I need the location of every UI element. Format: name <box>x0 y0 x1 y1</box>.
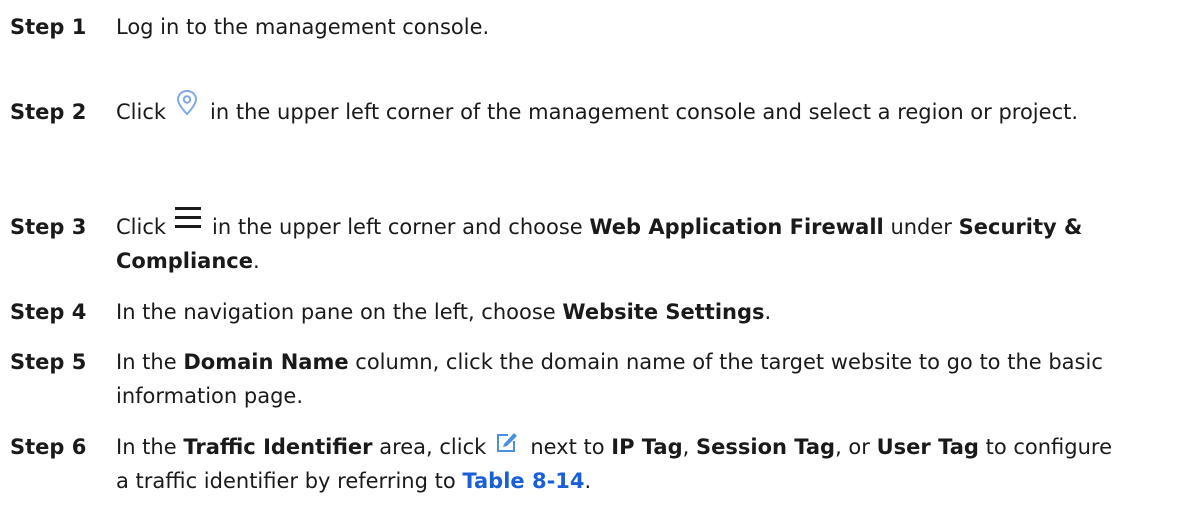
step-6: Step 6 In the Traffic Identifier area, c… <box>10 430 1116 498</box>
step-1-text: Log in to the management console. <box>116 15 490 39</box>
step-6-end: . <box>584 469 592 493</box>
step-text: Click in the upper left corner of the man… <box>116 89 1116 129</box>
step-6-bold-user: User Tag <box>876 435 979 459</box>
step-6-bold-session: Session Tag <box>696 435 836 459</box>
step-label: Step 5 <box>10 350 87 374</box>
step-5: Step 5 In the Domain Name column, click … <box>10 345 1116 413</box>
table-link[interactable]: Table 8-14 <box>462 469 584 493</box>
step-2: Step 2 Click in the upper left corner of … <box>10 89 1116 129</box>
menu-icon <box>174 205 202 231</box>
step-text: In the Traffic Identifier area, click nex… <box>116 430 1116 498</box>
step-6-bold-ip: IP Tag <box>611 435 683 459</box>
step-text: Click in the upper left corner and choose… <box>116 207 1116 278</box>
step-6-after: area, click <box>379 435 487 459</box>
step-4: Step 4 In the navigation pane on the lef… <box>10 295 1116 329</box>
step-6-bold-traffic: Traffic Identifier <box>183 435 373 459</box>
step-3-after: in the upper left corner and choose <box>212 215 583 239</box>
step-3-bold-waf: Web Application Firewall <box>589 215 884 239</box>
step-3-mid: under <box>890 215 952 239</box>
step-text: In the Domain Name column, click the dom… <box>116 345 1116 413</box>
step-3: Step 3 Click in the upper left corner and… <box>10 207 1116 278</box>
step-2-click: Click <box>116 100 167 124</box>
step-6-comma: , <box>682 435 690 459</box>
step-label: Step 2 <box>10 100 87 124</box>
step-6-text: In the <box>116 435 177 459</box>
step-5-bold: Domain Name <box>183 350 349 374</box>
step-4-bold: Website Settings <box>562 300 765 324</box>
step-label: Step 4 <box>10 300 87 324</box>
step-label: Step 6 <box>10 435 87 459</box>
step-3-end: . <box>252 249 260 273</box>
location-pin-icon <box>174 88 200 118</box>
step-4-text: In the navigation pane on the left, choo… <box>116 300 556 324</box>
step-4-end: . <box>764 300 772 324</box>
step-3-click: Click <box>116 215 167 239</box>
step-5-text: In the <box>116 350 177 374</box>
step-6-or: , or <box>835 435 870 459</box>
step-2-after: in the upper left corner of the manageme… <box>210 100 1079 124</box>
step-label: Step 3 <box>10 215 87 239</box>
step-text: Log in to the management console. <box>116 10 1116 44</box>
step-6-next-to: next to <box>530 435 605 459</box>
step-text: In the navigation pane on the left, choo… <box>116 295 1116 329</box>
step-label: Step 1 <box>10 15 87 39</box>
edit-icon <box>494 429 520 455</box>
step-1: Step 1 Log in to the management console. <box>10 10 1116 44</box>
